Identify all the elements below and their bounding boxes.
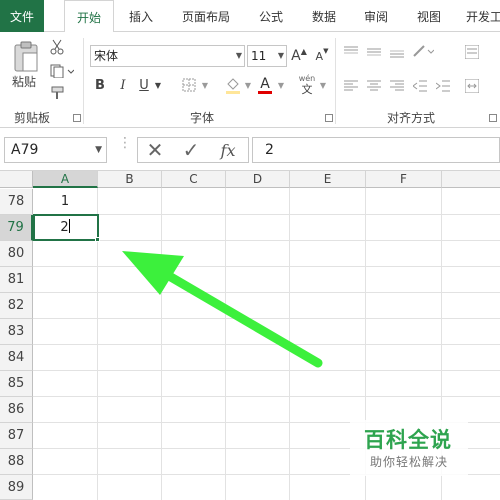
phonetic-button[interactable]: wén 文 bbox=[296, 72, 318, 98]
chevron-down-icon[interactable]: ▼ bbox=[153, 76, 163, 94]
chevron-down-icon[interactable]: ▼ bbox=[276, 76, 286, 94]
chevron-down-icon: ▼ bbox=[235, 51, 242, 60]
chevron-down-icon[interactable]: ▼ bbox=[243, 76, 253, 94]
font-name-value: 宋体 bbox=[94, 49, 119, 63]
clipboard-group-label: 剪贴板 bbox=[14, 111, 51, 125]
ribbon-home: 粘贴 剪贴板 宋体 ▼ 11 ▼ A ▲ A ▼ B I U ▼ ▼ ▼ A ▼… bbox=[0, 32, 500, 128]
merge-center-icon[interactable] bbox=[463, 78, 481, 94]
enter-icon[interactable]: ✓ bbox=[180, 138, 202, 162]
ribbon-tabs: 文件 开始 插入 页面布局 公式 数据 审阅 视图 开发工 bbox=[0, 0, 500, 33]
excel-window: 文件 开始 插入 页面布局 公式 数据 审阅 视图 开发工 粘贴 剪贴板 宋体 … bbox=[0, 0, 500, 500]
bold-button[interactable]: B bbox=[93, 76, 107, 94]
tab-page-layout[interactable]: 页面布局 bbox=[173, 0, 239, 32]
phonetic-pinyin: wén bbox=[298, 74, 316, 83]
tab-home[interactable]: 开始 bbox=[64, 0, 114, 33]
font-color-swatch bbox=[258, 90, 272, 94]
font-color-glyph: A bbox=[260, 75, 270, 92]
tab-data[interactable]: 数据 bbox=[303, 0, 345, 32]
underline-button[interactable]: U bbox=[137, 76, 151, 94]
cancel-icon[interactable]: ✕ bbox=[144, 138, 166, 162]
font-launcher-icon[interactable] bbox=[325, 114, 333, 122]
chevron-down-icon[interactable]: ▼ bbox=[200, 76, 210, 94]
fill-color-icon[interactable] bbox=[224, 74, 242, 96]
font-group-label: 字体 bbox=[190, 111, 215, 125]
italic-button[interactable]: I bbox=[116, 76, 130, 94]
clipboard-launcher-icon[interactable] bbox=[73, 114, 81, 122]
increase-indent-icon[interactable] bbox=[434, 78, 452, 94]
align-right-icon[interactable] bbox=[388, 78, 406, 94]
grow-font-glyph: A bbox=[291, 48, 301, 64]
tab-formulas[interactable]: 公式 bbox=[250, 0, 292, 32]
orientation-icon[interactable] bbox=[410, 42, 436, 60]
chevron-down-icon: ▼ bbox=[95, 145, 102, 155]
borders-icon[interactable] bbox=[180, 76, 198, 94]
grow-font-button[interactable]: A ▲ bbox=[291, 45, 307, 67]
alignment-launcher-icon[interactable] bbox=[489, 114, 497, 122]
formula-buttons: ✕ ✓ fx bbox=[137, 137, 249, 163]
tab-developer[interactable]: 开发工 bbox=[462, 0, 500, 32]
align-bottom-icon[interactable] bbox=[388, 44, 406, 60]
group-separator bbox=[83, 38, 84, 124]
formula-bar: A79 ▼ ⋮ ✕ ✓ fx 2 bbox=[0, 128, 500, 171]
chevron-down-icon[interactable]: ▼ bbox=[318, 76, 328, 94]
formula-input[interactable]: 2 bbox=[252, 137, 500, 163]
name-box-value: A79 bbox=[11, 142, 39, 158]
align-top-icon[interactable] bbox=[342, 44, 360, 60]
font-color-button[interactable]: A bbox=[257, 74, 273, 96]
align-middle-icon[interactable] bbox=[365, 44, 383, 60]
wrap-text-icon[interactable] bbox=[463, 44, 481, 60]
green-arrow-icon bbox=[122, 251, 323, 368]
format-painter-icon[interactable] bbox=[48, 84, 68, 102]
clipboard-icon bbox=[14, 41, 38, 72]
chevron-down-icon: ▼ bbox=[277, 51, 284, 60]
splitter-dots[interactable]: ⋮ bbox=[118, 136, 132, 160]
tab-review[interactable]: 审阅 bbox=[355, 0, 397, 32]
tab-file[interactable]: 文件 bbox=[0, 0, 44, 32]
name-box[interactable]: A79 ▼ bbox=[4, 137, 107, 163]
align-left-icon[interactable] bbox=[342, 78, 360, 94]
shrink-font-button[interactable]: A ▼ bbox=[314, 45, 330, 67]
tab-view[interactable]: 视图 bbox=[408, 0, 450, 32]
font-size-select[interactable]: 11 ▼ bbox=[247, 45, 287, 67]
cut-icon[interactable] bbox=[48, 38, 66, 56]
shrink-font-glyph: A bbox=[315, 49, 324, 63]
copy-icon[interactable] bbox=[48, 62, 76, 80]
decrease-indent-icon[interactable] bbox=[411, 78, 429, 94]
phonetic-char: 文 bbox=[301, 83, 313, 96]
watermark-title: 百科全说 bbox=[364, 428, 452, 452]
tab-insert[interactable]: 插入 bbox=[120, 0, 162, 32]
font-size-value: 11 bbox=[251, 49, 267, 63]
watermark-logo: 百科全说 助你轻松解决 bbox=[350, 420, 468, 476]
paste-label: 粘贴 bbox=[12, 75, 37, 89]
alignment-group-label: 对齐方式 bbox=[387, 111, 436, 125]
group-separator bbox=[335, 38, 336, 124]
align-center-icon[interactable] bbox=[365, 78, 383, 94]
paste-button[interactable] bbox=[10, 40, 42, 74]
watermark-subtitle: 助你轻松解决 bbox=[370, 455, 449, 469]
font-name-select[interactable]: 宋体 ▼ bbox=[90, 45, 245, 67]
insert-function-icon[interactable]: fx bbox=[216, 139, 240, 161]
